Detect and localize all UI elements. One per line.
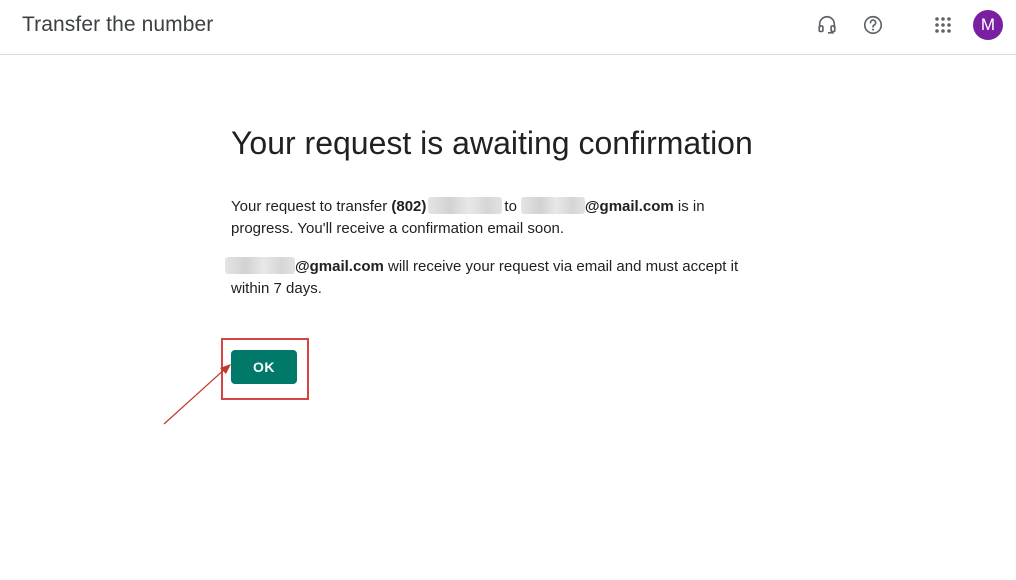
confirmation-heading: Your request is awaiting confirmation [231, 125, 753, 161]
top-bar: Transfer the number M [0, 0, 1016, 55]
recipient-email-domain: @gmail.com [584, 198, 674, 215]
to-text: to [504, 198, 517, 215]
recipient-email-domain: @gmail.com [295, 258, 384, 275]
phone-number-area-code: (802) [391, 198, 427, 215]
help-button[interactable] [857, 9, 889, 41]
headset-icon [818, 15, 836, 34]
page-title: Transfer the number [22, 13, 214, 36]
support-button[interactable] [811, 9, 843, 41]
acceptance-info-text: @gmail.com will receive your request via… [225, 256, 761, 300]
apps-grid-icon [935, 17, 951, 33]
transfer-status-text: Your request to transfer (802) to @gmail.c… [231, 196, 761, 240]
redacted-email-user [225, 257, 295, 274]
help-circle-icon [863, 15, 883, 35]
status-prefix: Your request to transfer [231, 198, 392, 215]
redacted-phone-number [428, 197, 503, 214]
apps-button[interactable] [927, 9, 959, 41]
redacted-email-user [520, 197, 585, 214]
avatar[interactable]: M [973, 10, 1003, 40]
ok-button[interactable]: OK [231, 350, 297, 384]
